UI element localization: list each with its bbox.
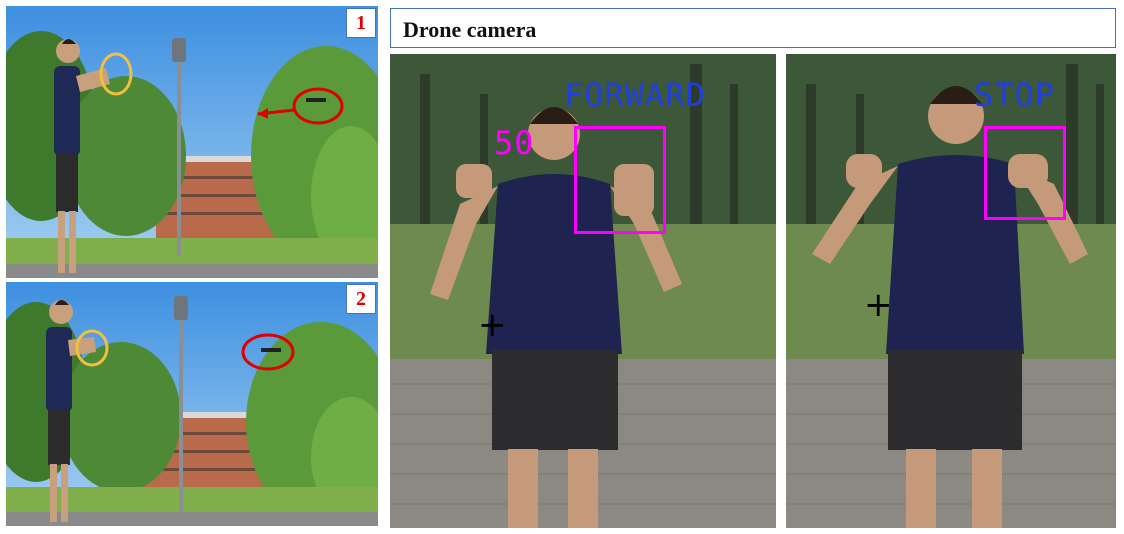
scene-2-illustration <box>6 282 378 526</box>
gesture-command-label: STOP <box>974 76 1056 114</box>
center-crosshair: + <box>864 285 893 325</box>
step-badge-1: 1 <box>346 8 376 38</box>
center-crosshair: + <box>478 305 507 345</box>
drone-frame-2-illustration <box>786 54 1116 528</box>
speed-value-label: 50 <box>494 124 535 162</box>
third-person-photo-2: 2 <box>6 282 378 526</box>
drone-camera-title: Drone camera <box>403 17 537 42</box>
drone-frame-forward: FORWARD 50 + <box>390 54 776 528</box>
gesture-command-label: FORWARD <box>564 76 706 114</box>
step-badge-2: 2 <box>346 284 376 314</box>
scene-1-illustration <box>6 6 378 278</box>
drone-frame-stop: STOP + <box>786 54 1116 528</box>
third-person-photo-1: 1 <box>6 6 378 278</box>
drone-camera-header: Drone camera <box>390 8 1116 48</box>
hand-tracking-box <box>984 126 1066 220</box>
hand-tracking-box <box>574 126 666 234</box>
